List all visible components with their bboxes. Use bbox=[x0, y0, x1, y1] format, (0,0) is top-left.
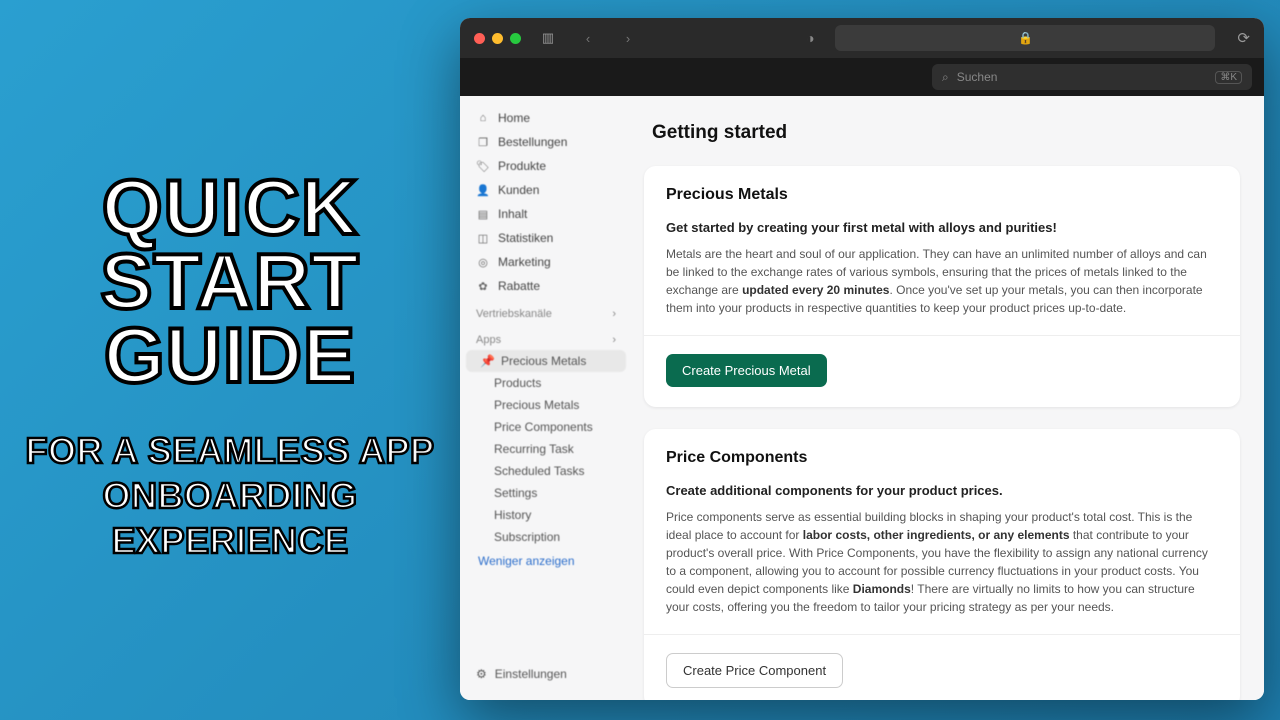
sidebar-section-channels[interactable]: Vertriebskanäle› bbox=[466, 298, 626, 324]
sidebar-item-rabatte[interactable]: ✿ Rabatte bbox=[466, 274, 626, 298]
sidebar-item-kunden[interactable]: 👤 Kunden bbox=[466, 178, 626, 202]
sidebar-sub-precious-metals[interactable]: Precious Metals bbox=[466, 394, 626, 416]
sidebar-sub-history[interactable]: History bbox=[466, 504, 626, 526]
nav-icon: ❐ bbox=[476, 136, 490, 149]
sidebar-toggle-icon[interactable]: ▥ bbox=[535, 27, 561, 49]
gear-icon: ⚙ bbox=[476, 667, 487, 681]
sidebar-sub-scheduled-tasks[interactable]: Scheduled Tasks bbox=[466, 460, 626, 482]
sidebar-item-label: Produkte bbox=[498, 159, 546, 173]
sidebar-item-label: Home bbox=[498, 111, 530, 125]
maximize-window-button[interactable] bbox=[510, 33, 521, 44]
show-less-link[interactable]: Weniger anzeigen bbox=[466, 548, 626, 572]
sidebar-item-label: Marketing bbox=[498, 255, 551, 269]
sidebar-item-inhalt[interactable]: ▤ Inhalt bbox=[466, 202, 626, 226]
sidebar-sub-recurring-task[interactable]: Recurring Task bbox=[466, 438, 626, 460]
card-lead: Create additional components for your pr… bbox=[666, 483, 1218, 498]
sidebar-sub-products[interactable]: Products bbox=[466, 372, 626, 394]
card-price-components: Price Components Create additional compon… bbox=[644, 429, 1240, 700]
nav-icon: ◎ bbox=[476, 256, 490, 269]
sidebar-item-marketing[interactable]: ◎ Marketing bbox=[466, 250, 626, 274]
back-button[interactable]: ‹ bbox=[575, 27, 601, 49]
sidebar-item-home[interactable]: ⌂ Home bbox=[466, 106, 626, 130]
nav-icon: ⌂ bbox=[476, 112, 490, 124]
card-heading: Price Components bbox=[666, 449, 1218, 467]
nav-icon: ▤ bbox=[476, 208, 490, 221]
search-icon: ⌕ bbox=[942, 70, 949, 85]
sidebar-sub-price-components[interactable]: Price Components bbox=[466, 416, 626, 438]
card-lead: Get started by creating your first metal… bbox=[666, 220, 1218, 235]
sidebar-settings[interactable]: ⚙Einstellungen bbox=[466, 662, 577, 686]
forward-button[interactable]: › bbox=[615, 27, 641, 49]
chevron-right-icon: › bbox=[612, 308, 616, 320]
search-input[interactable]: ⌕ Suchen ⌘K bbox=[932, 64, 1252, 90]
sidebar-section-apps[interactable]: Apps› bbox=[466, 324, 626, 350]
promo-subtitle: FOR A SEAMLESS APP ONBOARDING EXPERIENCE bbox=[20, 428, 440, 563]
sidebar-item-label: Rabatte bbox=[498, 279, 540, 293]
nav-icon: 🏷 bbox=[476, 160, 490, 173]
search-shortcut: ⌘K bbox=[1215, 71, 1242, 84]
sidebar-sub-subscription[interactable]: Subscription bbox=[466, 526, 626, 548]
nav-icon: ✿ bbox=[476, 280, 490, 293]
card-heading: Precious Metals bbox=[666, 186, 1218, 204]
reload-button[interactable]: ⟳ bbox=[1237, 29, 1250, 47]
divider bbox=[644, 634, 1240, 635]
create-precious-metal-button[interactable]: Create Precious Metal bbox=[666, 354, 827, 387]
sidebar-item-produkte[interactable]: 🏷 Produkte bbox=[466, 154, 626, 178]
card-body: Price components serve as essential buil… bbox=[666, 508, 1218, 616]
nav-icon: 👤 bbox=[476, 184, 490, 197]
sidebar-item-label: Statistiken bbox=[498, 231, 553, 245]
page-title: Getting started bbox=[652, 122, 1240, 144]
browser-window: ▥ ‹ › ◑ 🔒 ⟳ ⌕ Suchen ⌘K ⌂ Home ❐ Bestellung… bbox=[460, 18, 1264, 700]
card-precious-metals: Precious Metals Get started by creating y… bbox=[644, 166, 1240, 407]
sidebar-item-label: Bestellungen bbox=[498, 135, 567, 149]
sidebar-item-label: Inhalt bbox=[498, 207, 527, 221]
card-body: Metals are the heart and soul of our app… bbox=[666, 245, 1218, 317]
address-bar[interactable]: 🔒 bbox=[835, 25, 1215, 51]
sidebar-sub-settings[interactable]: Settings bbox=[466, 482, 626, 504]
close-window-button[interactable] bbox=[474, 33, 485, 44]
main-content: Getting started Precious Metals Get start… bbox=[630, 96, 1264, 700]
promo-overlay: QUICK START GUIDE FOR A SEAMLESS APP ONB… bbox=[20, 170, 440, 563]
nav-icon: ◫ bbox=[476, 232, 490, 245]
sidebar-sub-precious-metals[interactable]: 📌Precious Metals bbox=[466, 350, 626, 372]
minimize-window-button[interactable] bbox=[492, 33, 503, 44]
divider bbox=[644, 335, 1240, 336]
sidebar-item-statistiken[interactable]: ◫ Statistiken bbox=[466, 226, 626, 250]
sidebar: ⌂ Home ❐ Bestellungen 🏷 Produkte 👤 Kunden ▤ Inhal… bbox=[460, 96, 630, 700]
lock-icon: 🔒 bbox=[1018, 31, 1033, 45]
search-placeholder: Suchen bbox=[957, 70, 998, 84]
create-price-component-button[interactable]: Create Price Component bbox=[666, 653, 843, 688]
titlebar: ▥ ‹ › ◑ 🔒 ⟳ bbox=[460, 18, 1264, 58]
sidebar-item-label: Kunden bbox=[498, 183, 539, 197]
sidebar-item-bestellungen[interactable]: ❐ Bestellungen bbox=[466, 130, 626, 154]
app-topbar: ⌕ Suchen ⌘K bbox=[460, 58, 1264, 96]
promo-title: QUICK START GUIDE bbox=[20, 170, 440, 392]
traffic-lights bbox=[474, 33, 521, 44]
chevron-right-icon: › bbox=[612, 334, 616, 346]
privacy-shield-icon[interactable]: ◑ bbox=[799, 27, 821, 49]
